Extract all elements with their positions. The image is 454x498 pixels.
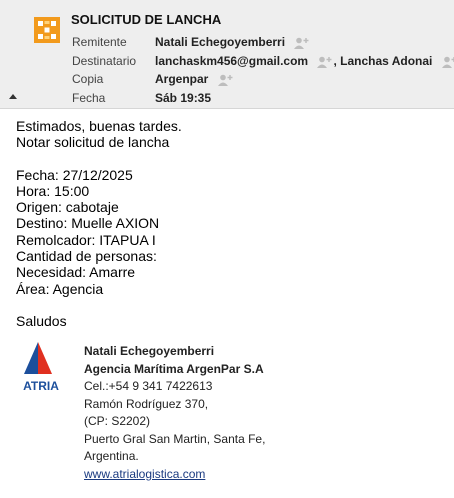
to-value[interactable]: lanchaskm456@gmail.com , Lanchas Adonai <box>155 52 454 70</box>
add-contact-icon[interactable] <box>294 37 310 49</box>
from-name[interactable]: Natali Echegoyemberri <box>155 35 285 49</box>
date-value: Sáb 19:35 <box>155 91 212 105</box>
signature-address: (CP: S2202) <box>84 414 151 428</box>
closing: Saludos <box>16 312 67 329</box>
signature: Natali Echegoyemberri Agencia Marítima A… <box>84 343 265 483</box>
field-line: Área: Agencia <box>16 280 104 297</box>
add-contact-icon[interactable] <box>317 56 333 68</box>
sender-avatar-icon <box>34 17 60 43</box>
email-subject: SOLICITUD DE LANCHA <box>71 12 222 27</box>
collapse-header-icon[interactable] <box>9 94 17 99</box>
add-contact-icon[interactable] <box>441 56 454 68</box>
field-line: Hora: 15:00 <box>16 182 90 199</box>
atria-logo: ATRIA <box>22 338 60 393</box>
signature-name: Natali Echegoyemberri <box>84 344 215 358</box>
message-body: Estimados, buenas tardes. Notar solicitu… <box>16 118 182 329</box>
signature-address: Ramón Rodríguez 370, <box>84 396 209 411</box>
field-line: Necesidad: Amarre <box>16 264 136 281</box>
field-line: Fecha: 27/12/2025 <box>16 166 133 183</box>
field-line: Destino: Muelle AXION <box>16 215 160 232</box>
field-line: Origen: cabotaje <box>16 199 119 216</box>
signature-company: Agencia Marítima ArgenPar S.A <box>84 361 264 376</box>
date-label: Fecha <box>72 91 106 105</box>
to-recipient-2[interactable]: , Lanchas Adonai <box>333 54 432 68</box>
from-value[interactable]: Natali Echegoyemberri <box>155 33 310 51</box>
cc-value[interactable]: Argenpar <box>155 70 234 88</box>
atria-logo-text: ATRIA <box>23 379 59 393</box>
field-line: Cantidad de personas: <box>16 248 157 265</box>
to-recipient-1[interactable]: lanchaskm456@gmail.com <box>155 54 308 68</box>
field-line: Remolcador: ITAPUA I <box>16 231 156 248</box>
add-contact-icon[interactable] <box>217 74 234 86</box>
intro: Notar solicitud de lancha <box>16 134 170 151</box>
from-label: Remitente <box>72 35 127 49</box>
message-header: SOLICITUD DE LANCHA Remitente Natali Ech… <box>0 0 454 109</box>
signature-website-link[interactable]: www.atrialogistica.com <box>84 467 205 481</box>
cc-label: Copia <box>72 72 104 86</box>
greeting: Estimados, buenas tardes. <box>16 118 182 134</box>
to-label: Destinatario <box>72 54 137 68</box>
signature-phone: Cel.:+54 9 341 7422613 <box>84 379 213 393</box>
signature-address: Argentina. <box>84 449 139 463</box>
signature-address: Puerto Gral San Martin, Santa Fe, <box>84 431 266 446</box>
cc-recipient[interactable]: Argenpar <box>155 72 208 86</box>
